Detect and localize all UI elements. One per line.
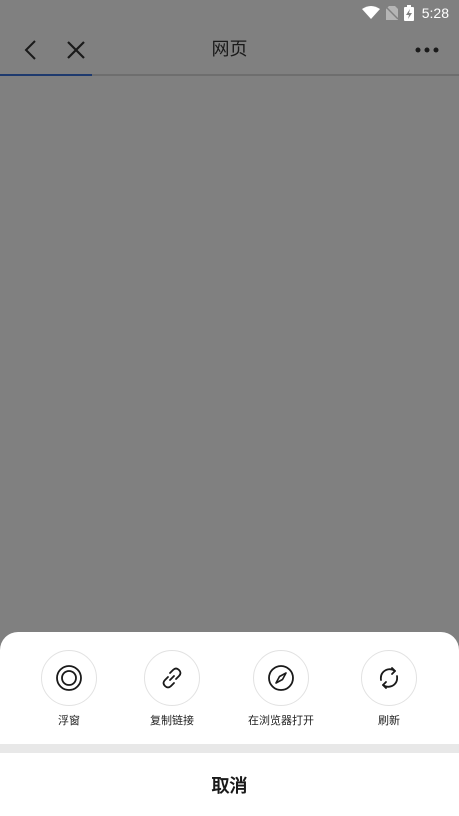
action-label: 刷新 xyxy=(378,714,400,727)
no-sim-icon xyxy=(385,6,398,20)
cancel-button[interactable]: 取消 xyxy=(0,753,459,816)
more-button[interactable] xyxy=(405,26,449,74)
action-icon-circle xyxy=(41,650,97,706)
compass-icon xyxy=(268,665,294,691)
refresh-button[interactable]: 刷新 xyxy=(334,650,444,728)
action-row: 浮窗 复制链接 在浏览器打开 刷新 xyxy=(0,632,459,744)
back-button[interactable] xyxy=(8,26,52,74)
webview-content[interactable] xyxy=(0,76,459,632)
action-label: 在浏览器打开 xyxy=(248,714,314,727)
close-button[interactable] xyxy=(54,26,98,74)
floating-window-icon xyxy=(56,665,82,691)
copy-link-button[interactable]: 复制链接 xyxy=(117,650,227,728)
action-label: 浮窗 xyxy=(58,714,80,727)
open-in-browser-button[interactable]: 在浏览器打开 xyxy=(226,650,336,728)
toolbar: 网页 xyxy=(0,26,459,74)
refresh-icon xyxy=(379,667,399,689)
sheet-divider xyxy=(0,744,459,753)
action-icon-circle xyxy=(253,650,309,706)
more-dots-icon xyxy=(415,47,439,53)
battery-charging-icon xyxy=(403,5,414,21)
status-time: 5:28 xyxy=(421,5,449,21)
action-icon-circle xyxy=(361,650,417,706)
wifi-icon xyxy=(361,6,380,19)
action-icon-circle xyxy=(144,650,200,706)
action-label: 复制链接 xyxy=(150,714,194,727)
close-icon xyxy=(67,41,85,59)
link-icon xyxy=(162,667,182,689)
floating-window-button[interactable]: 浮窗 xyxy=(14,650,124,728)
action-sheet: 浮窗 复制链接 在浏览器打开 刷新 取消 xyxy=(0,632,459,816)
status-bar: 5:28 xyxy=(0,0,459,26)
chevron-left-icon xyxy=(24,40,36,60)
